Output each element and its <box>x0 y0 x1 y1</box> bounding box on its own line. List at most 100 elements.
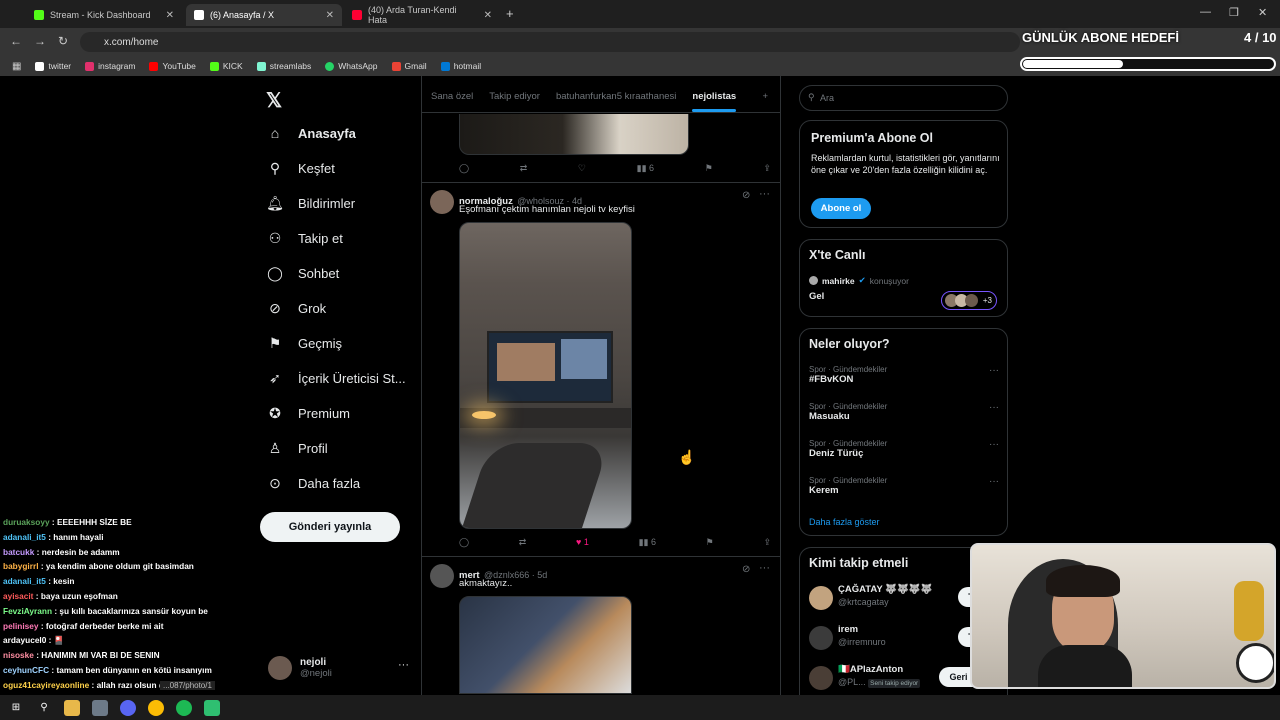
close-icon[interactable]: ✕ <box>166 10 174 21</box>
forward-icon[interactable]: → <box>34 34 46 48</box>
nav-item-6[interactable]: ⊘ Grok <box>266 300 326 317</box>
bookmark-youtube[interactable]: YouTube <box>149 61 196 71</box>
file-explorer-icon[interactable] <box>64 699 80 716</box>
live-card[interactable]: X'te Canlı mahirke ✔ konuşuyor Gel +3 <box>799 239 1008 317</box>
more-options-icon[interactable]: ··· <box>398 659 409 671</box>
chat-username[interactable]: ayisacit <box>3 591 33 601</box>
reply-icon[interactable]: ◯ <box>459 537 469 548</box>
trend-item[interactable]: Spor · Gündemdekiler Kerem ··· <box>809 476 999 506</box>
close-icon[interactable]: ✕ <box>326 10 334 21</box>
more-options-icon[interactable]: ··· <box>989 402 999 413</box>
premium-title: Premium'a Abone Ol <box>811 131 933 145</box>
chat-username[interactable]: ceyhunCFC <box>3 665 49 675</box>
chat-username[interactable]: pelinisey <box>3 621 39 631</box>
grok-icon[interactable]: ⊘ <box>742 190 750 201</box>
nav-item-10[interactable]: ♙ Profil <box>266 440 328 457</box>
chat-username[interactable]: adanali_it5 <box>3 576 46 586</box>
app-icon[interactable] <box>92 699 108 716</box>
chrome-icon[interactable] <box>148 699 164 716</box>
chat-username[interactable]: duruaksoyy <box>3 517 50 527</box>
chat-username[interactable]: oguz41cayireyaonline <box>3 680 89 690</box>
more-options-icon[interactable]: ··· <box>759 562 770 574</box>
nav-item-11[interactable]: ⊙ Daha fazla <box>266 475 360 492</box>
reply-icon[interactable]: ◯ <box>459 163 469 174</box>
minimize-icon[interactable]: — <box>1200 6 1211 18</box>
reload-icon[interactable]: ↻ <box>58 34 68 48</box>
trend-item[interactable]: Spor · Gündemdekiler #FBvKON ··· <box>809 365 999 395</box>
like-icon[interactable]: ♡ <box>578 163 586 174</box>
tab-for-you[interactable]: Sana özel <box>431 91 473 102</box>
trend-item[interactable]: Spor · Gündemdekiler Deniz Türüç ··· <box>809 439 999 469</box>
nav-item-5[interactable]: ◯ Sohbet <box>266 265 339 282</box>
chat-username[interactable]: batcukk <box>3 547 34 557</box>
chat-username[interactable]: ardayucel0 <box>3 635 46 645</box>
grok-icon[interactable]: ⊘ <box>742 564 750 575</box>
x-logo-icon[interactable]: 𝕏 <box>266 88 282 113</box>
more-options-icon[interactable]: ··· <box>989 439 999 450</box>
address-bar[interactable]: x.com/home <box>80 32 1020 52</box>
listener-count: +3 <box>982 296 992 305</box>
close-window-icon[interactable]: ✕ <box>1258 6 1267 19</box>
tab-kick[interactable]: Stream - Kick Dashboard ✕ <box>26 4 182 26</box>
nav-item-7[interactable]: ⚑ Geçmiş <box>266 335 342 352</box>
show-more-link[interactable]: Daha fazla göster <box>809 517 880 527</box>
more-options-icon[interactable]: ··· <box>759 188 770 200</box>
nav-item-4[interactable]: ⚇ Takip et <box>266 230 343 247</box>
share-icon[interactable]: ⇪ <box>763 537 771 548</box>
post-media[interactable] <box>459 222 632 529</box>
close-icon[interactable]: ✕ <box>484 10 492 21</box>
bookmark-whatsapp[interactable]: WhatsApp <box>325 61 378 71</box>
app-icon[interactable] <box>204 699 220 716</box>
bookmark-twitter[interactable]: twitter <box>35 61 71 71</box>
chat-username[interactable]: FevziAyrann <box>3 606 52 616</box>
views-icon[interactable]: ▮▮ 6 <box>637 163 654 174</box>
bookmark-hotmail[interactable]: hotmail <box>440 61 481 71</box>
restore-icon[interactable]: ❐ <box>1229 6 1239 19</box>
share-icon[interactable]: ⇪ <box>763 163 771 174</box>
post-media[interactable] <box>459 114 689 155</box>
nav-item-9[interactable]: ✪ Premium <box>266 405 350 422</box>
nav-item-2[interactable]: ⚲ Keşfet <box>266 160 335 177</box>
bookmark-streamlabs[interactable]: streamlabs <box>256 61 311 71</box>
chat-username[interactable]: adanali_it5 <box>3 532 46 542</box>
avatar[interactable] <box>430 564 454 588</box>
apps-grid-icon[interactable]: ▦ <box>12 61 21 72</box>
bookmark-kick[interactable]: KICK <box>209 61 243 71</box>
post-button[interactable]: Gönderi yayınla <box>260 512 400 542</box>
windows-start-icon[interactable]: ⊞ <box>8 700 24 716</box>
nav-item-3[interactable]: 🔔︎ Bildirimler <box>266 195 355 212</box>
bookmark-gmail[interactable]: Gmail <box>391 61 427 71</box>
like-icon[interactable]: ♥ 1 <box>576 537 589 548</box>
add-tab-icon[interactable]: + <box>762 91 780 102</box>
bookmark-icon[interactable]: ⚑ <box>706 537 714 548</box>
trend-item[interactable]: Spor · Gündemdekiler Masuaku ··· <box>809 402 999 432</box>
back-icon[interactable]: ← <box>10 34 22 48</box>
bookmark-icon[interactable]: ⚑ <box>705 163 713 174</box>
more-options-icon[interactable]: ··· <box>989 365 999 376</box>
bookmark-instagram[interactable]: instagram <box>85 61 135 71</box>
nav-item-1[interactable]: ⌂ Anasayfa <box>266 125 356 141</box>
tab-list-batuhanfurkan5[interactable]: batuhanfurkan5 kıraathanesi <box>556 91 676 102</box>
search-input[interactable]: ⚲ Ara <box>799 85 1008 111</box>
tab-following[interactable]: Takip ediyor <box>489 91 540 102</box>
repost-icon[interactable]: ⇄ <box>520 163 528 174</box>
chat-username[interactable]: nisoske <box>3 650 34 660</box>
new-tab-button[interactable]: + <box>506 6 514 21</box>
more-options-icon[interactable]: ··· <box>989 476 999 487</box>
subscribe-button[interactable]: Abone ol <box>811 198 871 219</box>
tab-x-home[interactable]: (6) Anasayfa / X ✕ <box>186 4 342 26</box>
streamer-hair <box>1046 565 1120 597</box>
nav-item-8[interactable]: ➶ İçerik Üreticisi St... <box>266 370 406 387</box>
tab-youtube[interactable]: (40) Arda Turan-Kendi Hata ✕ <box>344 4 500 26</box>
tab-list-nejolistas[interactable]: nejolistas <box>692 91 736 112</box>
post-media[interactable] <box>459 596 632 694</box>
repost-icon[interactable]: ⇄ <box>519 537 527 548</box>
account-switcher[interactable]: nejoli @nejoli <box>268 656 332 680</box>
chat-message: batcukk : nerdesin be adamm <box>3 545 253 560</box>
discord-icon[interactable] <box>120 699 136 716</box>
search-icon[interactable]: ⚲ <box>36 700 52 716</box>
views-icon[interactable]: ▮▮ 6 <box>639 537 656 548</box>
spotify-icon[interactable] <box>176 699 192 716</box>
avatar[interactable] <box>430 190 454 214</box>
chat-username[interactable]: babygirrl <box>3 561 39 571</box>
